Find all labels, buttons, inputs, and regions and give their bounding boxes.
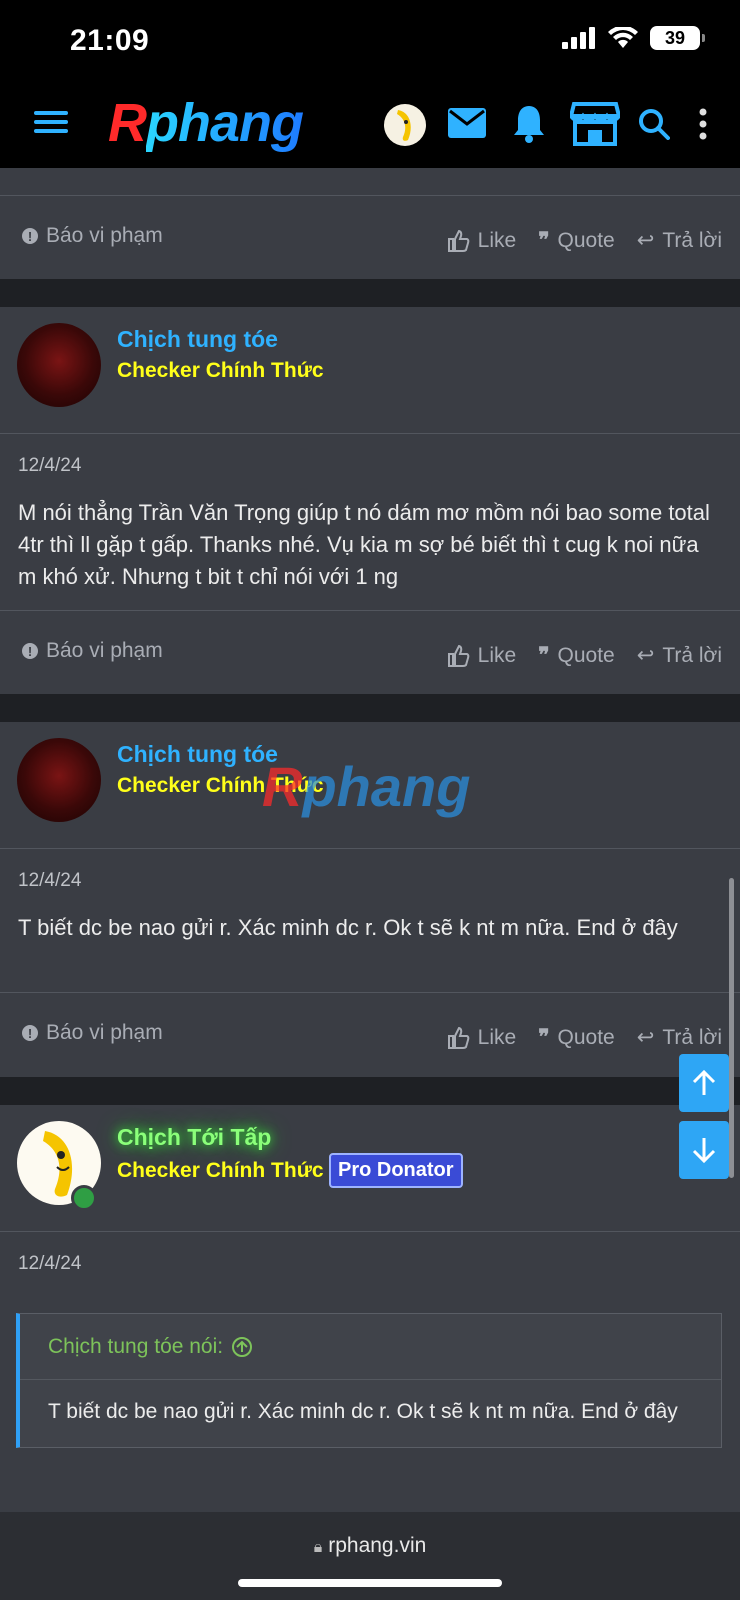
signal-icon [562,27,595,49]
quote-icon: ❞ [538,229,550,252]
report-link[interactable]: ! Báo vi phạm [22,639,163,663]
wifi-icon [608,27,638,48]
status-icons: 39 [562,26,705,50]
quote-icon: ❞ [538,644,550,667]
user-avatar-button[interactable] [384,104,426,146]
reply-button[interactable]: ↩ Trả lời [637,1025,722,1050]
post-date[interactable]: 12/4/24 [18,870,81,892]
search-icon[interactable] [638,108,670,140]
thumbs-up-icon [447,1026,469,1049]
quote-button[interactable]: ❞ Quote [538,228,615,253]
quote-button[interactable]: ❞ Quote [538,1025,615,1050]
divider [0,992,740,993]
like-button[interactable]: Like [447,228,516,253]
username-link[interactable]: Chịch tung tóe [117,741,278,768]
thread-content: ! Báo vi phạm Like ❞ Quote ↩ Trả lời Chị… [0,168,740,1512]
scroll-bottom-button[interactable] [679,1121,729,1179]
like-button[interactable]: Like [447,643,516,668]
arrow-up-icon [692,1069,716,1095]
quote-button[interactable]: ❞ Quote [538,643,615,668]
reply-icon: ↩ [636,229,655,252]
post-date[interactable]: 12/4/24 [18,1253,81,1275]
more-options-icon[interactable] [698,108,708,140]
thumbs-up-icon [447,644,469,667]
browser-bottom-bar: 🔒︎ rphang.vin [0,1512,740,1600]
post: Chịch tung tóe Checker Chính Thức 12/4/2… [0,307,740,694]
divider [0,610,740,611]
username-link[interactable]: Chịch Tới Tấp [117,1124,271,1151]
username-link[interactable]: Chịch tung tóe [117,326,278,353]
post-action-row: ! Báo vi phạm Like ❞ Quote ↩ Trả lời [0,627,740,679]
status-time: 21:09 [70,24,150,57]
arrow-up-circle-icon [232,1336,253,1357]
user-rank: Checker Chính Thức [117,1159,324,1182]
divider [0,848,740,849]
banana-avatar-icon [397,110,411,141]
post-body: M nói thẳng Trần Văn Trọng giúp t nó dám… [18,500,710,589]
avatar[interactable] [17,323,101,407]
mail-icon[interactable] [448,108,486,138]
alert-icon: ! [22,228,38,244]
home-indicator[interactable] [238,1579,502,1587]
reply-icon: ↩ [636,644,655,667]
post-action-row: ! Báo vi phạm Like ❞ Quote ↩ Trả lời [0,1009,740,1061]
watermark-logo: Rphang [262,755,471,818]
menu-icon[interactable] [34,108,68,136]
battery-indicator: 39 [650,26,705,50]
arrow-down-icon [692,1138,716,1164]
divider [0,1231,740,1232]
like-button[interactable]: Like [447,1025,516,1050]
post-body: T biết dc be nao gửi r. Xác minh dc r. O… [18,915,678,940]
quote-body: T biết dc be nao gửi r. Xác minh dc r. O… [48,1400,678,1423]
divider [0,433,740,434]
quote-icon: ❞ [538,1026,550,1049]
bell-icon[interactable] [512,104,546,144]
reply-icon: ↩ [636,1026,655,1049]
address-bar[interactable]: 🔒︎ rphang.vin [0,1534,740,1558]
report-link[interactable]: ! Báo vi phạm [22,224,163,248]
avatar[interactable] [17,738,101,822]
quote-block: Chịch tung tóe nói: T biết dc be nao gửi… [16,1313,722,1448]
store-icon[interactable] [570,102,620,146]
alert-icon: ! [22,1025,38,1041]
lock-icon: 🔒︎ [313,1539,323,1556]
site-logo[interactable]: Rphang [108,92,304,154]
user-badge: Pro Donator [329,1153,463,1188]
post-previous-tail: ! Báo vi phạm Like ❞ Quote ↩ Trả lời [0,168,740,279]
divider [0,195,740,196]
alert-icon: ! [22,643,38,659]
page-scrollbar[interactable] [729,878,734,1178]
top-bar: 21:09 39 Rphang [0,0,740,168]
post: Chịch Tới Tấp Checker Chính Thức Pro Don… [0,1105,740,1512]
thumbs-up-icon [447,229,469,252]
online-status-icon [71,1185,97,1211]
report-link[interactable]: ! Báo vi phạm [22,1021,163,1045]
user-rank: Checker Chính Thức [117,359,324,382]
reply-button[interactable]: ↩ Trả lời [637,643,722,668]
quote-header[interactable]: Chịch tung tóe nói: [20,1314,721,1380]
post-date[interactable]: 12/4/24 [18,455,81,477]
reply-button[interactable]: ↩ Trả lời [637,228,722,253]
scroll-top-button[interactable] [679,1054,729,1112]
post-action-row: ! Báo vi phạm Like ❞ Quote ↩ Trả lời [0,212,740,264]
